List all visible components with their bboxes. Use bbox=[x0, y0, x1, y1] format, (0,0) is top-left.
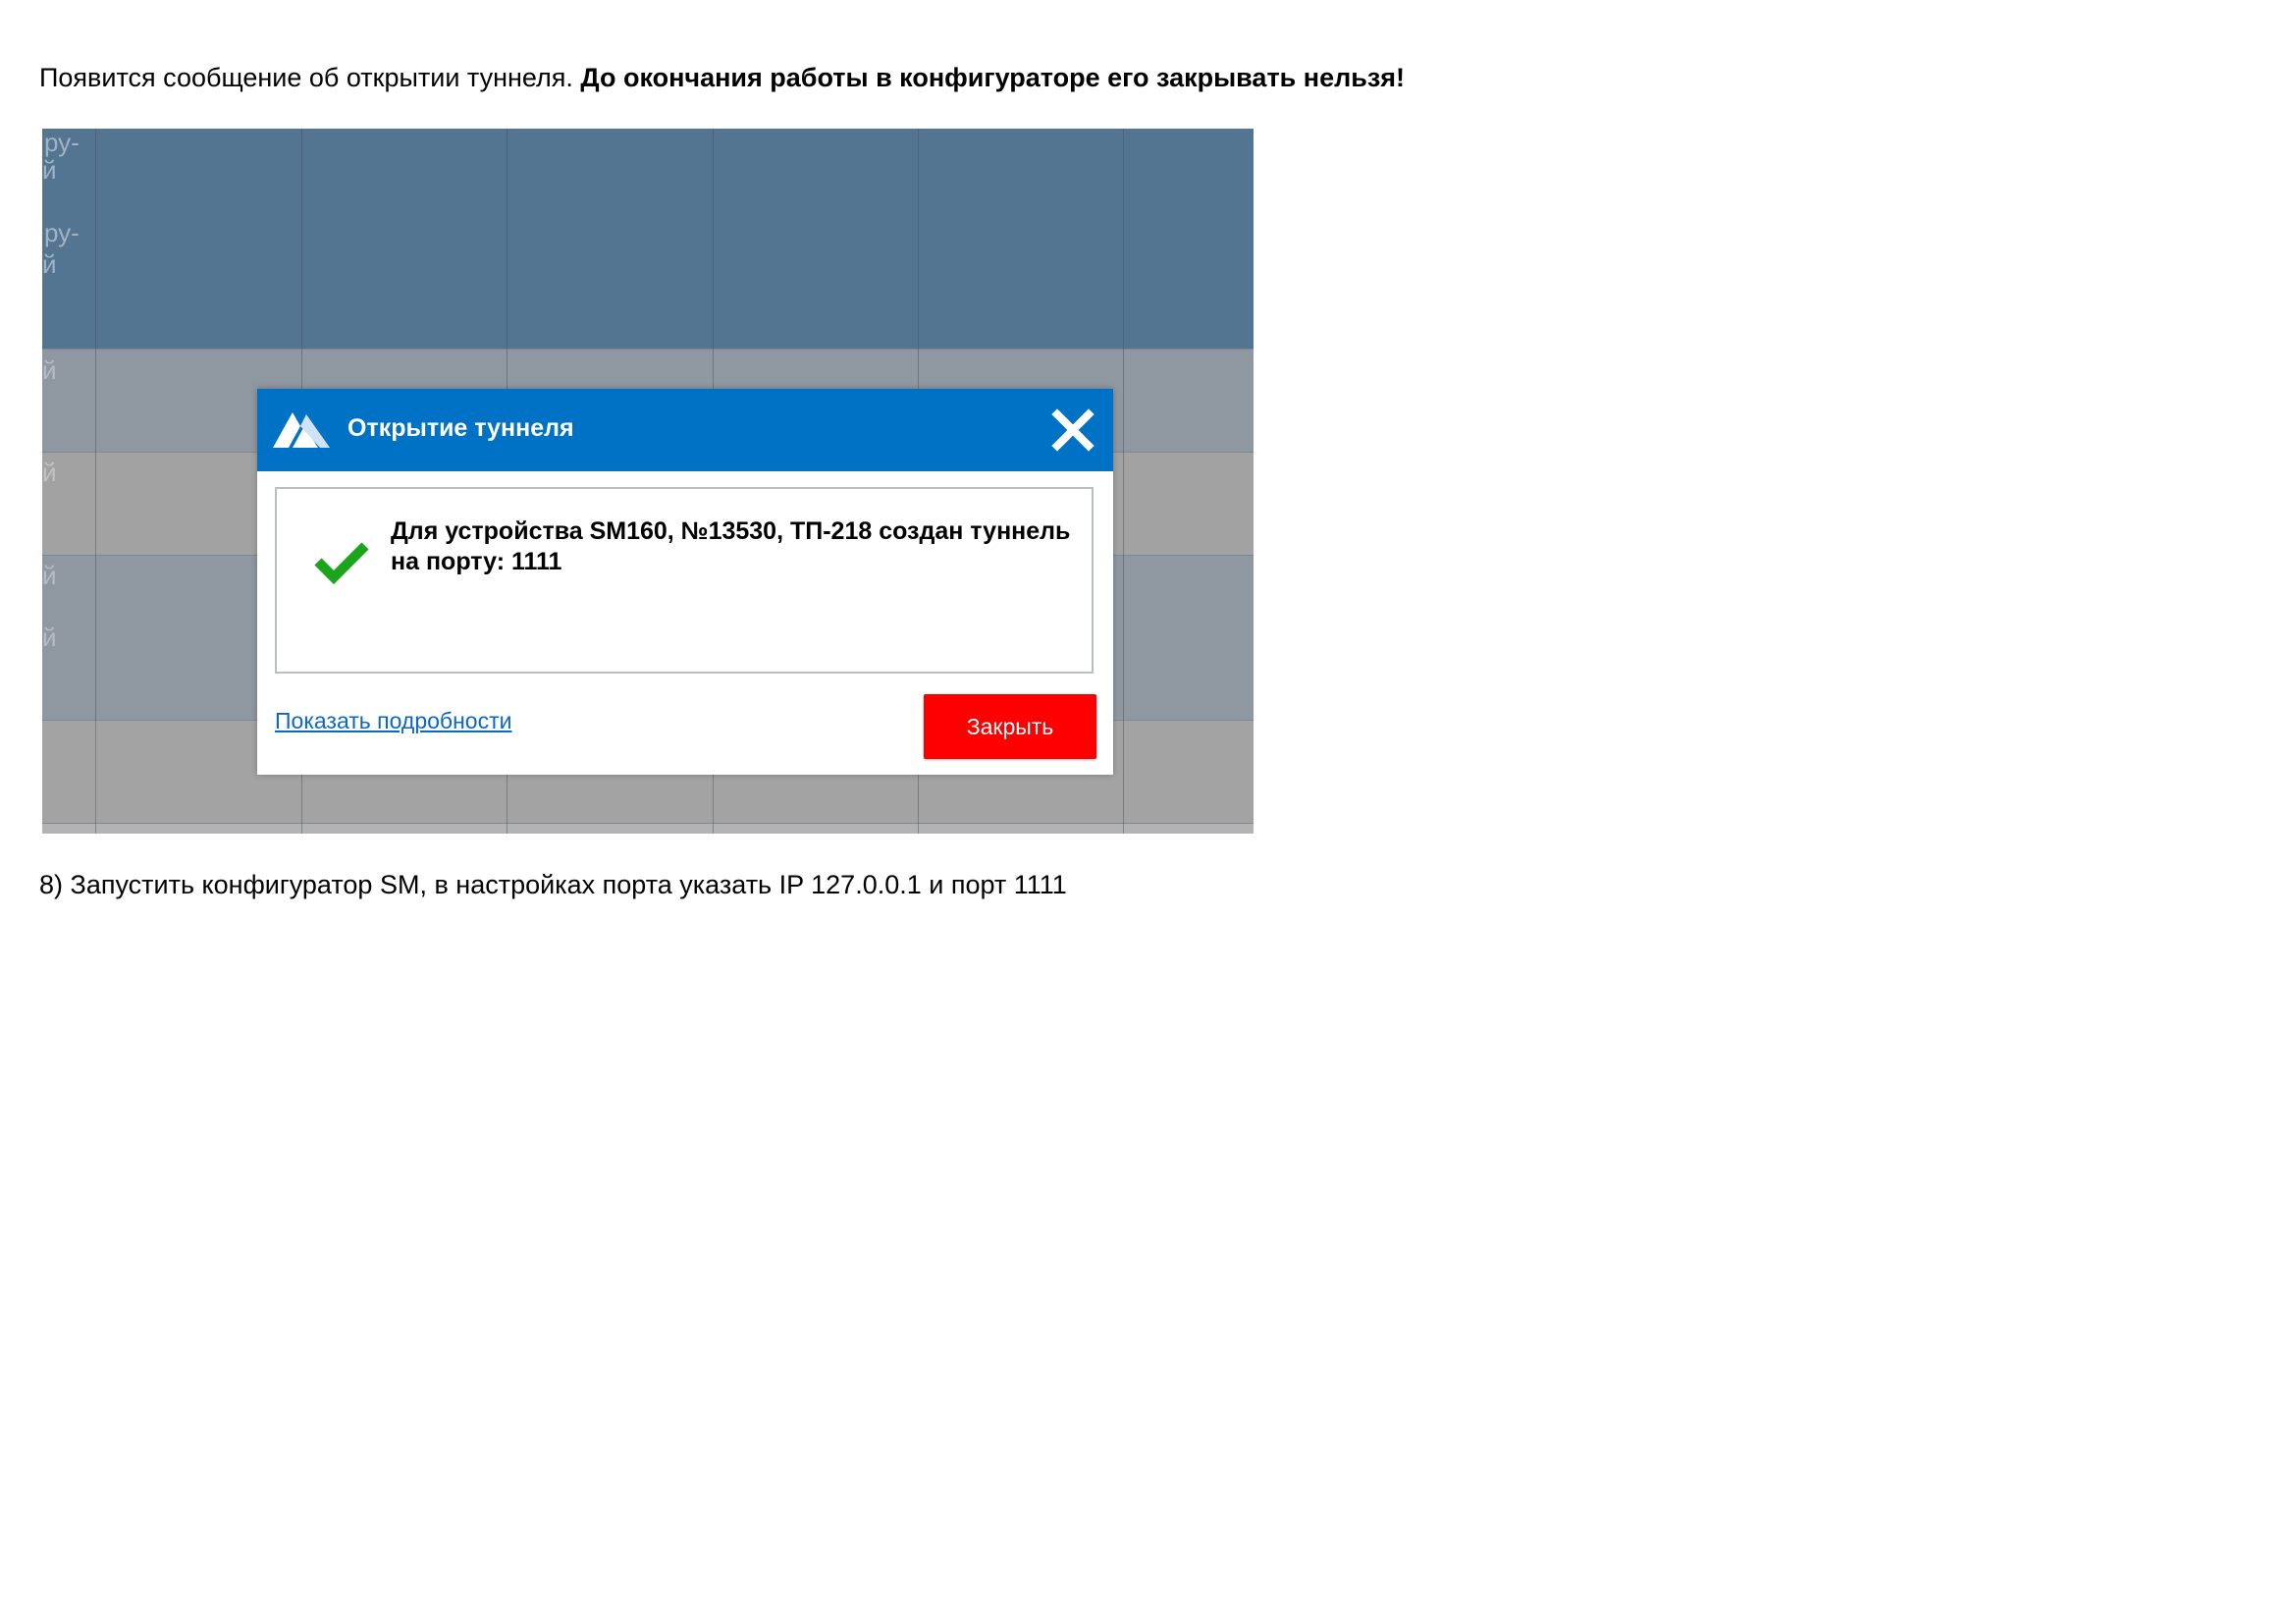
background-cell-text: й bbox=[42, 458, 57, 487]
close-icon[interactable] bbox=[1050, 407, 1095, 453]
tunnel-message: Для устройства SM160, №13530, ТП-218 соз… bbox=[391, 517, 1071, 575]
dialog-title: Открытие туннеля bbox=[347, 414, 574, 442]
column-divider bbox=[95, 129, 96, 834]
instruction-line-1: Появится сообщение об открытии туннеля. … bbox=[39, 63, 1405, 93]
instruction-warning: До окончания работы в конфигураторе его … bbox=[580, 63, 1406, 92]
column-divider bbox=[1123, 129, 1124, 834]
checkmark-icon bbox=[314, 542, 369, 585]
message-box: Для устройства SM160, №13530, ТП-218 соз… bbox=[275, 487, 1094, 674]
background-cell-text: й bbox=[42, 623, 57, 652]
background-cell-text: ру- bbox=[44, 218, 80, 247]
background-cell-text: й bbox=[42, 249, 57, 279]
dialog-titlebar: Открытие туннеля bbox=[257, 389, 1113, 471]
close-button[interactable]: Закрыть bbox=[924, 694, 1096, 759]
table-header-area bbox=[42, 129, 1254, 349]
instruction-text: Появится сообщение об открытии туннеля. bbox=[39, 63, 581, 92]
mountain-logo-icon bbox=[273, 412, 330, 448]
show-details-link[interactable]: Показать подробности bbox=[275, 708, 511, 734]
background-cell-text: ру- bbox=[44, 129, 80, 157]
background-cell-text: й bbox=[42, 155, 57, 185]
background-cell-text: й bbox=[42, 355, 57, 385]
tunnel-dialog: Открытие туннеля Для устройства SM160, №… bbox=[257, 389, 1113, 775]
background-cell-text: й bbox=[42, 561, 57, 590]
table-row bbox=[42, 823, 1254, 834]
instruction-line-2: 8) Запустить конфигуратор SM, в настройк… bbox=[39, 870, 1067, 899]
embedded-screenshot: ру- й ру- й й й й й Открытие туннеля Для… bbox=[42, 129, 1254, 834]
